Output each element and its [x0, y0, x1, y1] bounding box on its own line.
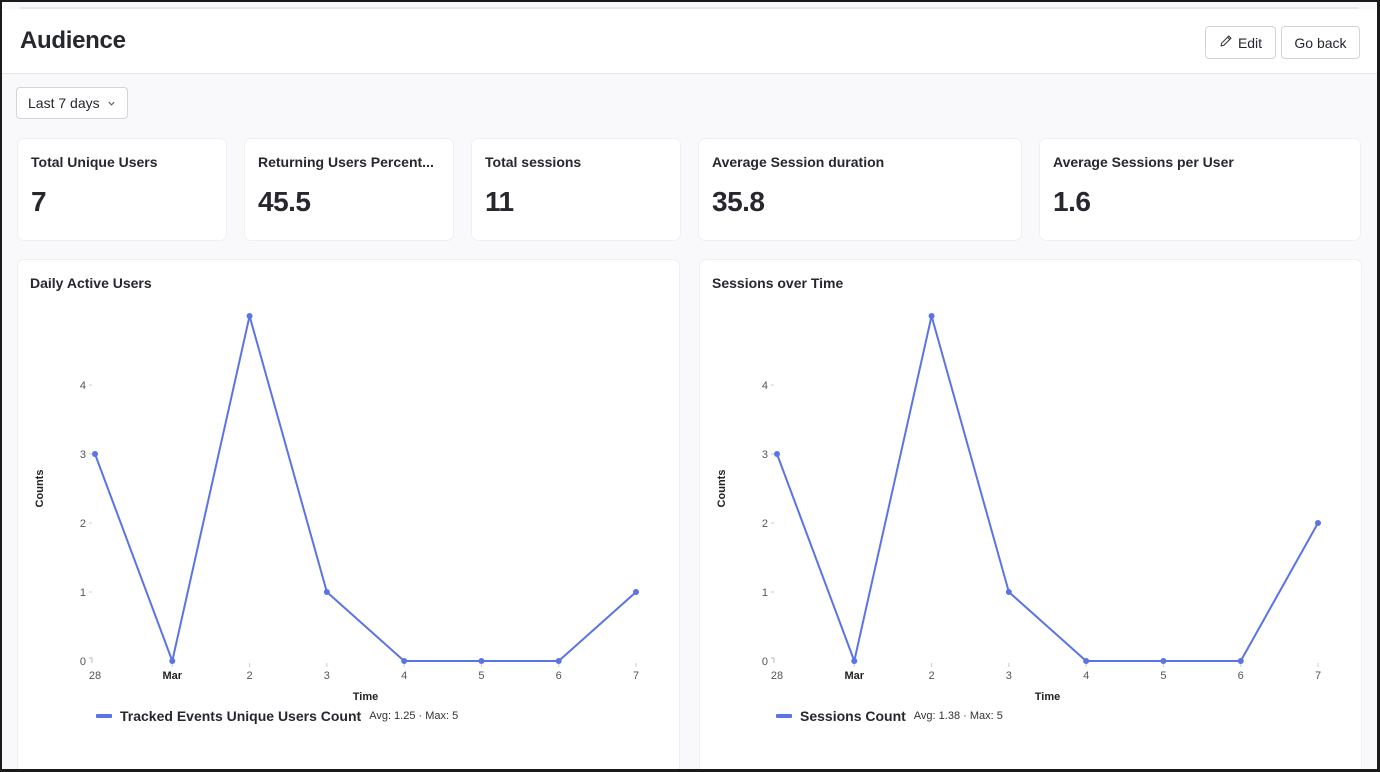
- go-back-button-label: Go back: [1294, 34, 1347, 51]
- y-tick-label: 0: [762, 656, 768, 668]
- kpi-card-returning-users-percent: Returning Users Percent... 45.5: [245, 139, 453, 240]
- x-tick-label: 4: [1083, 670, 1089, 682]
- x-axis-title: Time: [353, 691, 378, 703]
- date-range-value: Last 7 days: [28, 95, 100, 111]
- kpi-card-total-sessions: Total sessions 11: [472, 139, 680, 240]
- legend-series-stats: Avg: 1.38 · Max: 5: [913, 710, 1003, 722]
- chart-card-daily-active-users: Daily Active Users 0 1 2 3 4 Counts 28 Mar 2 3 4 5 6…: [18, 260, 679, 769]
- kpi-label: Average Sessions per User: [1053, 154, 1234, 170]
- kpi-label: Total Unique Users: [31, 154, 158, 170]
- series-line: [776, 315, 1319, 662]
- page-title: Audience: [20, 27, 126, 54]
- x-axis-title: Time: [1035, 691, 1060, 703]
- data-point: [928, 313, 935, 319]
- data-point: [774, 451, 780, 457]
- x-tick-label: Mar: [163, 670, 183, 682]
- kpi-card-average-session-duration: Average Session duration 35.8: [699, 139, 1021, 240]
- y-tick-label: 1: [762, 587, 768, 599]
- data-point: [633, 589, 639, 595]
- x-tick-label: 3: [324, 670, 330, 682]
- data-point: [323, 589, 330, 595]
- y-tick-label: 4: [762, 380, 768, 392]
- data-point: [169, 658, 176, 664]
- kpi-value: 35.8: [712, 186, 765, 217]
- edit-button-label: Edit: [1237, 34, 1263, 51]
- chart-legend[interactable]: Sessions Count Avg: 1.38 · Max: 5: [776, 708, 1003, 724]
- y-tick-label: 2: [80, 518, 86, 530]
- x-tick-label: 2: [929, 670, 935, 682]
- data-point: [851, 658, 858, 664]
- go-back-button[interactable]: Go back: [1281, 26, 1360, 59]
- legend-swatch: [776, 714, 792, 718]
- series-line: [94, 315, 637, 662]
- y-tick-mark: [771, 657, 775, 663]
- data-point: [555, 658, 562, 664]
- kpi-label: Returning Users Percent...: [258, 154, 434, 170]
- legend-swatch: [96, 714, 112, 718]
- date-range-select[interactable]: Last 7 days: [16, 87, 128, 119]
- kpi-value: 11: [485, 186, 514, 217]
- data-point: [478, 658, 485, 664]
- data-point: [1083, 658, 1090, 664]
- x-tick-label: 28: [89, 670, 101, 682]
- x-tick-label: 6: [1238, 670, 1244, 682]
- data-point: [1315, 520, 1321, 526]
- data-point: [401, 658, 408, 664]
- y-tick-mark: [89, 657, 93, 663]
- kpi-value: 45.5: [258, 186, 311, 217]
- page-frame: Audience Edit Go back Last 7 days Total …: [0, 0, 1380, 772]
- x-tick-label: 2: [247, 670, 253, 682]
- x-tick-label: 28: [771, 670, 783, 682]
- chart-legend[interactable]: Tracked Events Unique Users Count Avg: 1…: [96, 708, 458, 724]
- legend-series-name: Tracked Events Unique Users Count: [120, 708, 362, 724]
- edit-button[interactable]: Edit: [1205, 26, 1276, 59]
- y-tick-label: 1: [80, 587, 86, 599]
- y-tick-label: 3: [762, 449, 768, 461]
- chevron-down-icon: [107, 95, 116, 111]
- x-tick-label: 4: [401, 670, 407, 682]
- y-tick-label: 3: [80, 449, 86, 461]
- x-tick-label: 7: [1315, 670, 1321, 682]
- x-tick-label: 3: [1006, 670, 1012, 682]
- y-tick-label: 0: [80, 656, 86, 668]
- daily-active-users-chart: 0 1 2 3 4 Counts 28 Mar 2 3 4 5 6 7 Time: [34, 313, 639, 703]
- kpi-value: 7: [31, 186, 47, 217]
- kpi-label: Total sessions: [485, 154, 582, 170]
- y-tick-label: 2: [762, 518, 768, 530]
- x-tick-label: 5: [478, 670, 484, 682]
- data-point: [1005, 589, 1012, 595]
- x-tick-label: 7: [633, 670, 639, 682]
- page-header: Audience Edit Go back: [2, 9, 1377, 74]
- kpi-card-total-unique-users: Total Unique Users 7: [18, 139, 226, 240]
- kpi-value: 1.6: [1053, 186, 1091, 217]
- x-tick-label: 5: [1160, 670, 1166, 682]
- data-point: [1160, 658, 1167, 664]
- x-tick-label: 6: [556, 670, 562, 682]
- pencil-icon: [1219, 34, 1233, 51]
- data-point: [92, 451, 98, 457]
- kpi-label: Average Session duration: [712, 154, 885, 170]
- chart-card-sessions-over-time: Sessions over Time 0 1 2 3 4 Counts 28 Mar 2 3 4 5 6…: [700, 260, 1361, 769]
- data-point: [246, 313, 253, 319]
- x-tick-label: Mar: [845, 670, 865, 682]
- y-tick-label: 4: [80, 380, 86, 392]
- y-axis-title: Counts: [34, 470, 46, 508]
- legend-series-stats: Avg: 1.25 · Max: 5: [369, 710, 459, 722]
- data-point: [1237, 658, 1244, 664]
- legend-series-name: Sessions Count: [800, 708, 906, 724]
- sessions-over-time-chart: 0 1 2 3 4 Counts 28 Mar 2 3 4 5 6 7 Time: [716, 313, 1321, 703]
- y-axis-title: Counts: [716, 470, 728, 508]
- kpi-card-average-sessions-per-user: Average Sessions per User 1.6: [1040, 139, 1360, 240]
